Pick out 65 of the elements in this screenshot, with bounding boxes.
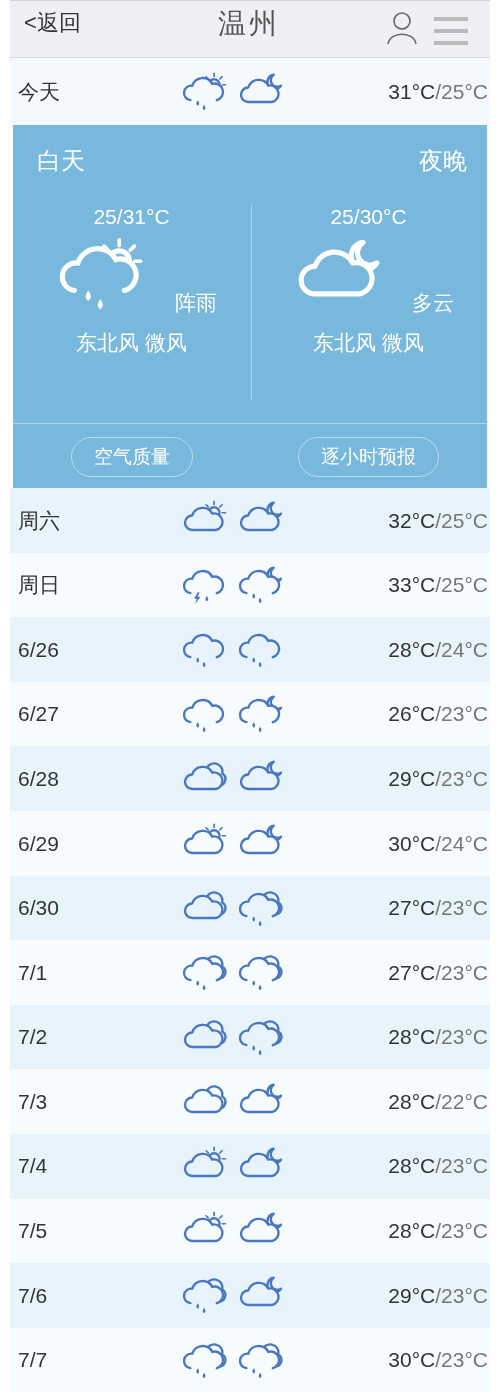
day-label: 6/28 (18, 765, 59, 792)
high-temp: 28°C (388, 1218, 436, 1245)
high-temp: 29°C (388, 1282, 436, 1309)
high-temp: 30°C (388, 830, 436, 857)
temp-range: 25/31°C (93, 204, 170, 230)
high-temp: 28°C (388, 1088, 436, 1115)
low-temp: /22°C (435, 1088, 488, 1115)
wind-text: 东北风 微风 (313, 329, 424, 356)
day-label: 7/3 (18, 1088, 48, 1115)
day-label: 6/29 (18, 830, 59, 857)
low-temp: /23°C (435, 895, 488, 922)
back-link[interactable]: <返回 (24, 12, 81, 34)
high-temp: 26°C (388, 701, 436, 728)
condition-text: 多云 (411, 289, 454, 316)
temp-range: 25/30°C (330, 204, 407, 230)
clouds-rain-icon (238, 1017, 284, 1058)
high-temp: 33°C (388, 572, 436, 599)
high-temp: 30°C (388, 1347, 436, 1374)
high-temp: 27°C (388, 959, 436, 986)
day-label: 周六 (18, 507, 60, 534)
day-label: 6/30 (18, 895, 59, 922)
high-temp: 31°C (388, 78, 436, 105)
clouds-rain-icon (238, 1340, 284, 1380)
low-temp: /23°C (435, 1024, 488, 1051)
high-temp: 28°C (388, 636, 436, 663)
clouds-rain-icon (182, 952, 228, 993)
low-temp: /23°C (435, 959, 488, 986)
day-label: 7/5 (18, 1218, 48, 1245)
high-temp: 32°C (388, 507, 436, 534)
low-temp: /23°C (435, 1153, 488, 1180)
day-label: 7/4 (18, 1153, 48, 1180)
condition-text: 阵雨 (174, 289, 217, 316)
user-icon[interactable] (386, 11, 418, 45)
day-label: 白天 (37, 146, 85, 176)
day-label: 今天 (18, 78, 60, 105)
day-label: 7/7 (18, 1347, 48, 1374)
low-temp: /23°C (435, 1347, 488, 1374)
day-label: 7/2 (18, 1024, 48, 1051)
low-temp: /23°C (435, 765, 488, 792)
day-label: 6/27 (18, 701, 59, 728)
clouds-rain-icon (182, 1275, 228, 1316)
high-temp: 28°C (388, 1153, 436, 1180)
moon-cloud-rain-icon (238, 564, 284, 605)
moon-cloud-rain-icon (238, 694, 284, 735)
clouds-rain-icon (238, 952, 284, 993)
day-label: 7/1 (18, 959, 48, 986)
city-title: 温州 (218, 7, 280, 41)
clouds-rain-icon (182, 1340, 228, 1380)
day-label: 7/6 (18, 1282, 48, 1309)
day-label: 6/26 (18, 636, 59, 663)
low-temp: /23°C (435, 1218, 488, 1245)
low-temp: /24°C (435, 636, 488, 663)
low-temp: /24°C (435, 830, 488, 857)
high-temp: 27°C (388, 895, 436, 922)
wind-text: 东北风 微风 (76, 329, 187, 356)
low-temp: /25°C (435, 78, 488, 105)
high-temp: 29°C (388, 765, 436, 792)
sun-cloud-rain-icon (182, 71, 228, 112)
night-label: 夜晚 (419, 146, 467, 176)
low-temp: /25°C (435, 507, 488, 534)
day-label: 周日 (18, 572, 60, 599)
low-temp: /23°C (435, 1282, 488, 1309)
low-temp: /25°C (435, 572, 488, 599)
high-temp: 28°C (388, 1024, 436, 1051)
low-temp: /23°C (435, 701, 488, 728)
